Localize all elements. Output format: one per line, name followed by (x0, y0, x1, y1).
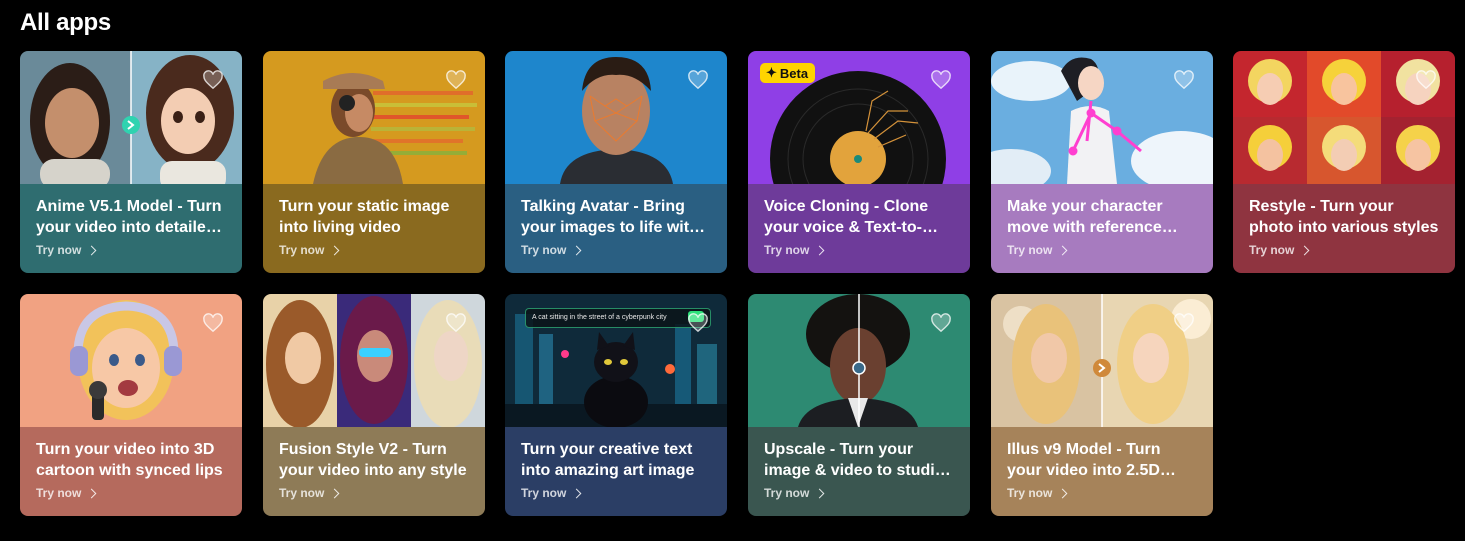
app-card-fusion-style[interactable]: Fusion Style V2 - Turn your video into a… (263, 294, 485, 516)
chevron-right-icon (86, 488, 97, 498)
app-card-3d-cartoon[interactable]: Turn your video into 3D cartoon with syn… (20, 294, 242, 516)
card-title: Voice Cloning - Clone your voice & Text-… (764, 198, 929, 236)
try-now-link[interactable]: Try now (521, 243, 713, 257)
app-card-character-move[interactable]: Make your character move with reference … (991, 51, 1213, 273)
card-title: Upscale - Turn your image & video to stu… (764, 441, 945, 479)
heart-outline-icon[interactable] (687, 313, 709, 333)
card-info: Voice Cloning - Clone your voice & Text-… (748, 184, 970, 273)
chevron-right-icon (814, 488, 825, 498)
try-now-label: Try now (1007, 243, 1053, 257)
card-title: Illus v9 Model - Turn your video into 2.… (1007, 441, 1161, 479)
try-now-label: Try now (521, 243, 567, 257)
app-card-upscale[interactable]: Upscale - Turn your image & video to stu… (748, 294, 970, 516)
try-now-link[interactable]: Try now (1007, 243, 1199, 257)
try-now-link[interactable]: Try now (1249, 243, 1441, 257)
card-info: Anime V5.1 Model - Turn your video into … (20, 184, 242, 273)
heart-outline-icon[interactable] (1173, 313, 1195, 333)
try-now-link[interactable]: Try now (764, 486, 956, 500)
card-info: Turn your static image into living video… (263, 184, 485, 273)
card-title: Talking Avatar - Bring your images to li… (521, 198, 699, 236)
card-title: Restyle - Turn your photo into various s… (1249, 198, 1439, 236)
card-title: Make your character move with reference … (1007, 198, 1163, 236)
app-card-talking-avatar[interactable]: Talking Avatar - Bring your images to li… (505, 51, 727, 273)
sparkle-icon: ✦ (766, 65, 777, 80)
card-title: Turn your creative text into amazing art… (521, 441, 695, 479)
app-card-restyle[interactable]: Restyle - Turn your photo into various s… (1233, 51, 1455, 273)
heart-outline-icon[interactable] (202, 313, 224, 333)
app-card-anime[interactable]: Anime V5.1 Model - Turn your video into … (20, 51, 242, 273)
chevron-right-icon (1057, 488, 1068, 498)
card-info: Upscale - Turn your image & video to stu… (748, 427, 970, 516)
heart-outline-icon[interactable] (930, 70, 952, 90)
chevron-right-icon (571, 488, 582, 498)
try-now-link[interactable]: Try now (36, 486, 228, 500)
card-title: Anime V5.1 Model - Turn your video into … (36, 198, 222, 236)
chevron-right-icon (86, 245, 97, 255)
heart-outline-icon[interactable] (1415, 70, 1437, 90)
try-now-label: Try now (764, 243, 810, 257)
try-now-label: Try now (1249, 243, 1295, 257)
card-title: Turn your video into 3D cartoon with syn… (36, 441, 223, 479)
try-now-label: Try now (279, 243, 325, 257)
try-now-link[interactable]: Try now (1007, 486, 1199, 500)
card-info: Restyle - Turn your photo into various s… (1233, 184, 1455, 273)
beta-badge: ✦ Beta (760, 63, 816, 83)
heart-outline-icon[interactable] (202, 70, 224, 90)
app-card-text-to-image[interactable]: A cat sitting in the street of a cyberpu… (505, 294, 727, 516)
chevron-right-icon (1057, 245, 1068, 255)
prompt-input: A cat sitting in the street of a cyberpu… (525, 308, 711, 328)
try-now-link[interactable]: Try now (764, 243, 956, 257)
try-now-label: Try now (36, 486, 82, 500)
card-info: Make your character move with reference … (991, 184, 1213, 273)
app-card-voice-cloning[interactable]: ✦ Beta Voice Cloning - Clone your voice &… (748, 51, 970, 273)
chevron-right-icon (329, 245, 340, 255)
heart-outline-icon[interactable] (1173, 70, 1195, 90)
chevron-right-icon (814, 245, 825, 255)
chevron-right-icon (571, 245, 582, 255)
try-now-link[interactable]: Try now (279, 243, 471, 257)
heart-outline-icon[interactable] (445, 313, 467, 333)
card-info: Turn your video into 3D cartoon with syn… (20, 427, 242, 516)
try-now-link[interactable]: Try now (36, 243, 228, 257)
try-now-label: Try now (521, 486, 567, 500)
try-now-label: Try now (1007, 486, 1053, 500)
prompt-text: A cat sitting in the street of a cyberpu… (532, 314, 667, 321)
card-title: Turn your static image into living video (279, 198, 450, 236)
try-now-label: Try now (36, 243, 82, 257)
beta-label: Beta (779, 65, 809, 81)
card-title: Fusion Style V2 - Turn your video into a… (279, 441, 467, 479)
card-info: Illus v9 Model - Turn your video into 2.… (991, 427, 1213, 516)
try-now-link[interactable]: Try now (279, 486, 471, 500)
app-card-illus-v9[interactable]: Illus v9 Model - Turn your video into 2.… (991, 294, 1213, 516)
try-now-link[interactable]: Try now (521, 486, 713, 500)
try-now-label: Try now (764, 486, 810, 500)
chevron-right-icon (329, 488, 340, 498)
card-info: Turn your creative text into amazing art… (505, 427, 727, 516)
try-now-label: Try now (279, 486, 325, 500)
card-info: Talking Avatar - Bring your images to li… (505, 184, 727, 273)
heart-outline-icon[interactable] (930, 313, 952, 333)
section-title: All apps (20, 9, 111, 36)
chevron-right-icon (1299, 245, 1310, 255)
heart-outline-icon[interactable] (445, 70, 467, 90)
app-card-living-video[interactable]: Turn your static image into living video… (263, 51, 485, 273)
card-info: Fusion Style V2 - Turn your video into a… (263, 427, 485, 516)
heart-outline-icon[interactable] (687, 70, 709, 90)
